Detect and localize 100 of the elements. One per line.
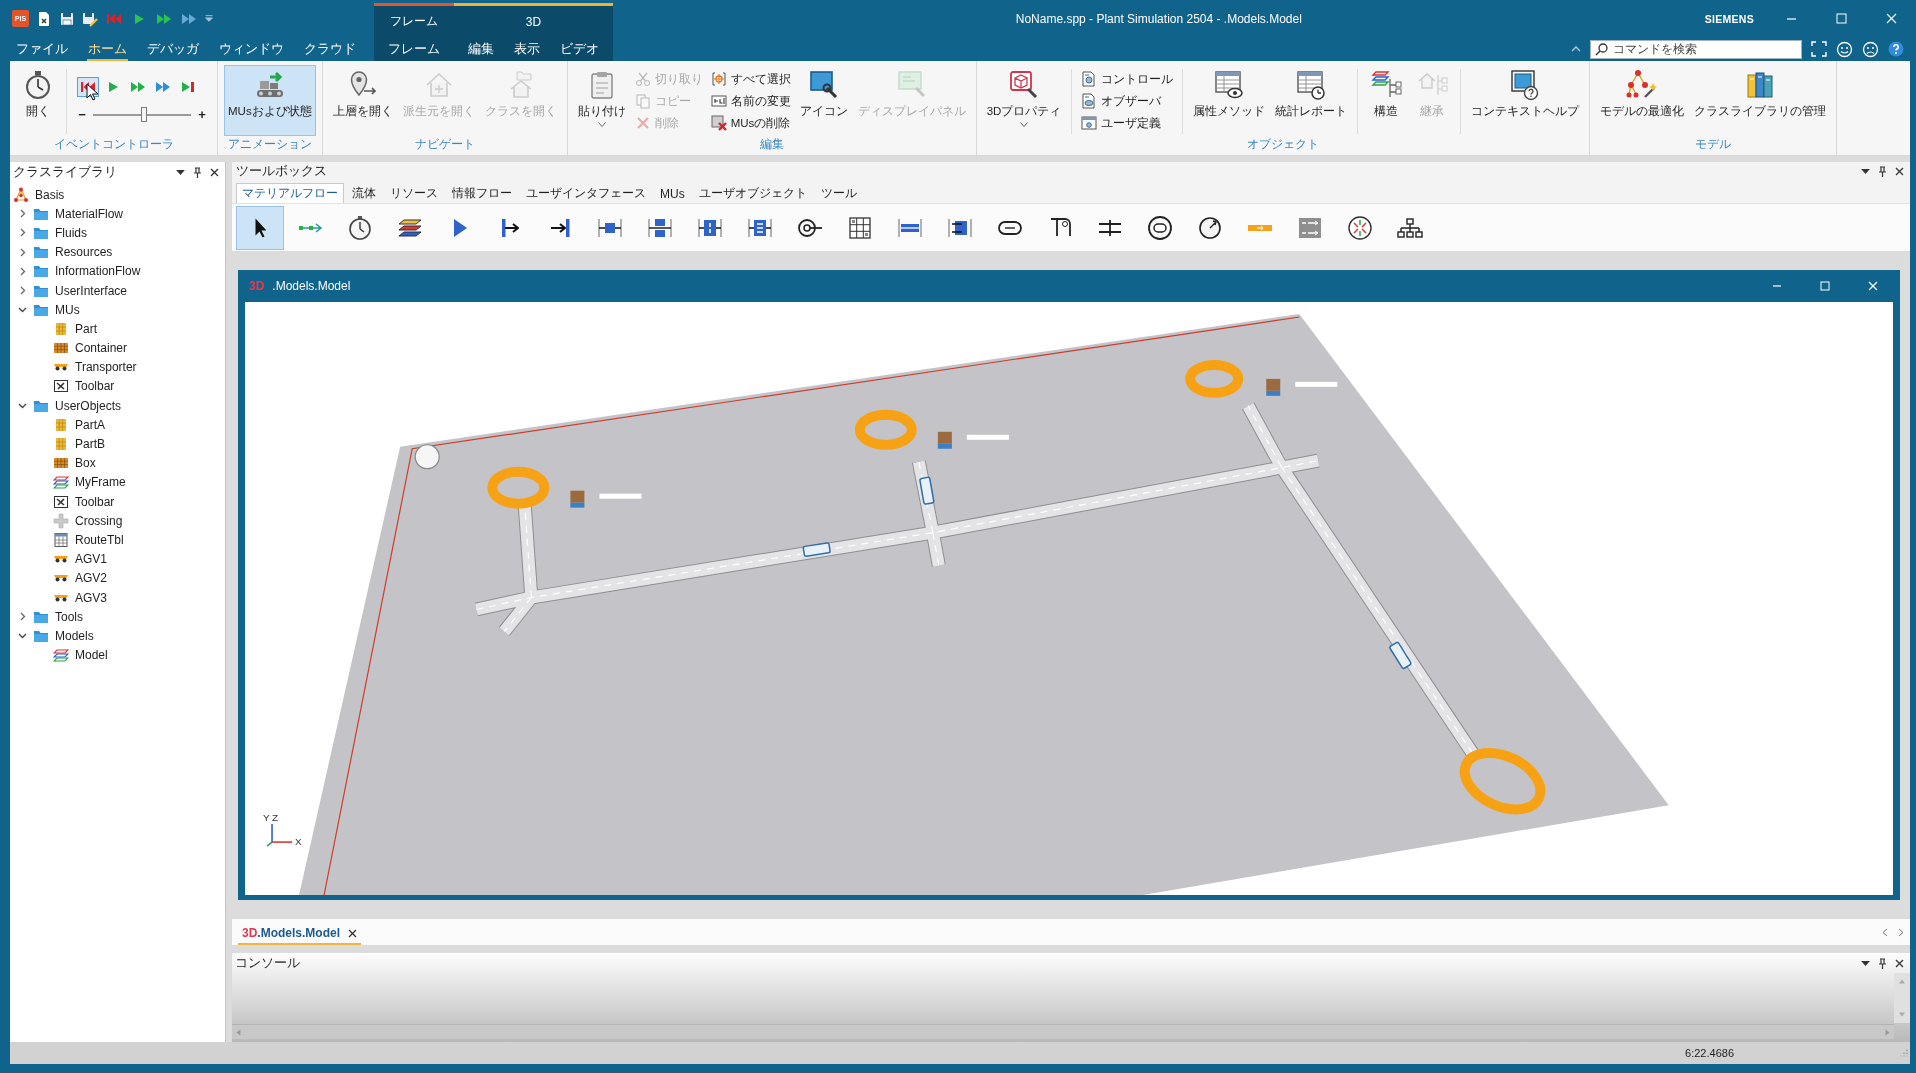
arrows-circle-icon xyxy=(1348,215,1372,240)
tree-item[interactable]: UserObjects xyxy=(10,396,225,416)
tree-item[interactable]: Model xyxy=(10,645,225,665)
double-arrow-icon[interactable] xyxy=(180,11,198,26)
cursor-icon xyxy=(254,217,266,238)
ribbon-button[interactable]: MUsおよび状態 xyxy=(224,65,316,136)
axis-icon xyxy=(266,823,293,847)
tree-item[interactable]: Resources xyxy=(10,242,225,262)
tree-item[interactable]: Transporter xyxy=(10,357,225,377)
chevron-up-icon[interactable] xyxy=(1571,46,1581,52)
menu-tab[interactable]: ウィンドウ xyxy=(218,37,285,61)
document-tab[interactable]: 3D.Models.Model xyxy=(238,921,361,945)
tree-item[interactable]: PartA xyxy=(10,415,225,435)
pin-icon[interactable] xyxy=(1878,166,1887,177)
tree-item[interactable]: Toolbar xyxy=(10,492,225,512)
tree-item[interactable]: MyFrame xyxy=(10,472,225,492)
ribbon-button[interactable]: 貼り付け xyxy=(573,65,630,136)
slider-minus[interactable]: − xyxy=(77,107,87,122)
tree-item[interactable]: InformationFlow xyxy=(10,261,225,281)
menu-tab[interactable]: ファイル xyxy=(15,37,69,61)
toolbox-tab[interactable]: ユーザインタフェース xyxy=(520,183,652,203)
ribbon-button[interactable]: 3Dプロパティ xyxy=(982,65,1066,136)
ribbon-button[interactable]: アイコン xyxy=(795,65,852,136)
frown-icon[interactable] xyxy=(1862,40,1879,58)
fullscreen-icon[interactable] xyxy=(1811,41,1827,57)
tree-item[interactable]: AGV1 xyxy=(10,549,225,569)
menu-tab[interactable]: ホーム xyxy=(87,37,128,61)
menu-tab[interactable]: デバッガ xyxy=(146,37,200,61)
tree-item[interactable]: Tools xyxy=(10,607,225,627)
tree-item[interactable]: PartB xyxy=(10,434,225,454)
toolbox-tab[interactable]: リソース xyxy=(384,183,444,203)
pin-icon[interactable] xyxy=(1878,957,1887,969)
save-edit-icon[interactable] xyxy=(82,10,98,27)
ribbon-small-button[interactable]: コントロール xyxy=(1078,68,1177,90)
slider-thumb[interactable] xyxy=(140,106,147,122)
tree-item[interactable]: Part xyxy=(10,319,225,339)
ring-line-icon xyxy=(797,218,823,237)
dropdown-icon[interactable] xyxy=(1861,169,1870,174)
toolbox-tab[interactable]: 流体 xyxy=(346,183,382,203)
panel-title: ツールボックス xyxy=(236,163,327,180)
menu-tab[interactable]: クラウド xyxy=(303,37,357,61)
close-icon[interactable] xyxy=(1895,958,1904,968)
tree-item[interactable]: Box xyxy=(10,453,225,473)
close-icon[interactable] xyxy=(1895,167,1904,176)
toolbox-tab[interactable]: 情報フロー xyxy=(446,183,518,203)
play-bar-icon xyxy=(179,80,197,94)
ribbon-small-button[interactable]: すべて選択 xyxy=(707,68,794,90)
mouse-pointer-icon xyxy=(86,83,98,101)
fast-forward-icon[interactable] xyxy=(155,11,173,26)
dropdown-icon[interactable] xyxy=(1861,960,1870,966)
close-document-icon[interactable] xyxy=(36,10,52,27)
smiley-icon[interactable] xyxy=(1836,40,1853,58)
tree-item[interactable]: Toolbar xyxy=(10,376,225,397)
help-icon[interactable] xyxy=(1888,41,1904,57)
ribbon-button[interactable]: 上層を開く xyxy=(328,65,397,136)
tree-item[interactable]: AGV2 xyxy=(10,568,225,588)
dropdown-icon[interactable] xyxy=(176,169,185,175)
tree-item[interactable]: Models xyxy=(10,626,225,646)
ribbon-button[interactable]: 統計レポート xyxy=(1271,65,1352,136)
slider-plus[interactable]: + xyxy=(197,107,207,122)
pin-icon[interactable] xyxy=(193,166,202,178)
ribbon-button[interactable]: クラスライブラリの管理 xyxy=(1690,65,1831,136)
rewind-to-start-icon[interactable] xyxy=(105,11,123,26)
folder-icon xyxy=(33,263,49,280)
menu-tab[interactable]: 編集 xyxy=(467,37,495,61)
toolbox-tab[interactable]: MUs xyxy=(654,183,691,203)
ribbon-small-button[interactable]: MUsの削除 xyxy=(707,112,794,134)
menu-tab[interactable]: 表示 xyxy=(513,37,541,61)
tool-button[interactable] xyxy=(236,205,284,250)
x-mark-icon xyxy=(634,115,651,131)
ribbon-small-button[interactable]: 名前の変更 xyxy=(707,90,794,112)
brand-name: SIEMENS xyxy=(1704,12,1754,25)
tree-item[interactable]: Container xyxy=(10,338,225,358)
ribbon-button[interactable]: 属性メソッド xyxy=(1189,65,1270,136)
tree-item[interactable]: AGV3 xyxy=(10,587,225,608)
menu-tab[interactable]: ビデオ xyxy=(559,37,600,61)
tree-item[interactable]: UserInterface xyxy=(10,280,225,301)
toolbox-tab[interactable]: ユーザオブジェクト xyxy=(692,183,813,203)
toolbox-tab[interactable]: マテリアルフロー xyxy=(236,183,344,203)
ribbon-small-button[interactable]: オブザーバ xyxy=(1078,90,1177,112)
search-field[interactable]: コマンドを検索 xyxy=(1590,39,1802,59)
tree-item[interactable]: RouteTbl xyxy=(10,530,225,550)
menu-tab[interactable]: フレーム xyxy=(387,37,441,61)
ribbon-button[interactable]: 開く xyxy=(16,65,60,136)
tree-item[interactable]: MUs xyxy=(10,300,225,320)
ribbon-button[interactable]: 構造 xyxy=(1364,65,1409,136)
ribbon-button[interactable]: コンテキストヘルプ xyxy=(1467,65,1584,136)
tree-item[interactable]: Basis xyxy=(10,185,225,205)
tree-item[interactable]: Crossing xyxy=(10,511,225,531)
ribbon-button[interactable]: モデルの最適化 xyxy=(1596,65,1689,136)
caret-right-icon[interactable] xyxy=(1898,927,1904,937)
caret-left-icon[interactable] xyxy=(1882,927,1888,937)
close-icon[interactable] xyxy=(210,167,219,177)
close-icon[interactable] xyxy=(348,928,357,938)
toolbox-tab[interactable]: ツール xyxy=(814,183,863,203)
tree-item[interactable]: MaterialFlow xyxy=(10,204,225,224)
customize-caret-icon[interactable] xyxy=(205,15,213,22)
save-icon[interactable] xyxy=(59,10,75,27)
ribbon-small-button[interactable]: ユーザ定義 xyxy=(1078,112,1177,134)
tree-item[interactable]: Fluids xyxy=(10,223,225,243)
